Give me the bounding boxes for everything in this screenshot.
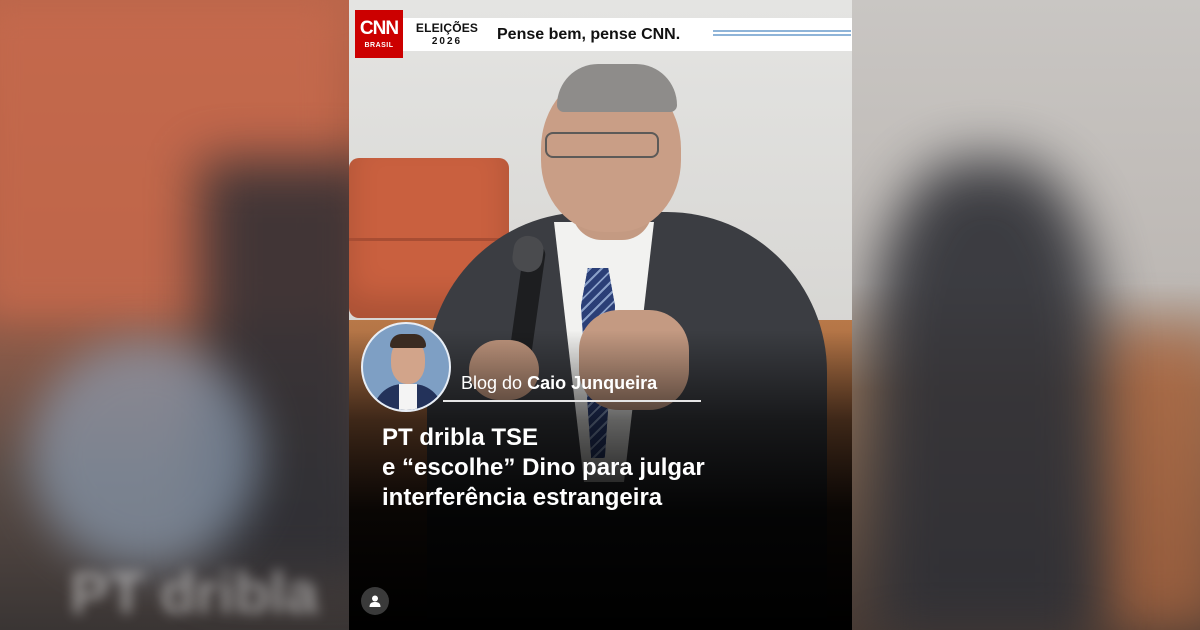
cnn-logo: CNN BRASIL <box>355 10 403 58</box>
blurred-background-left: PT dribla <box>0 0 349 630</box>
decorative-stripes <box>713 30 851 39</box>
blog-prefix: Blog do <box>461 373 523 393</box>
tagged-people-button[interactable] <box>361 587 389 615</box>
post-card[interactable]: CNN BRASIL ELEIÇÕES 2026 Pense bem, pens… <box>349 0 852 630</box>
brand-header: CNN BRASIL ELEIÇÕES 2026 Pense bem, pens… <box>349 10 852 58</box>
blog-author-name: Caio Junqueira <box>527 373 658 393</box>
blog-byline: Blog do Caio Junqueira <box>461 373 657 394</box>
brand-slogan: Pense bem, pense CNN. <box>497 26 681 43</box>
headline: PT dribla TSE e “escolhe” Dino para julg… <box>382 423 822 513</box>
elections-badge: ELEIÇÕES 2026 <box>415 21 479 47</box>
user-icon <box>369 595 381 607</box>
headline-line-2: e “escolhe” Dino para julgar <box>382 454 705 481</box>
blurred-ghost-text: PT dribla <box>70 561 319 626</box>
byline-divider <box>443 400 701 402</box>
headline-line-3: interferência estrangeira <box>382 484 663 511</box>
headline-line-1: PT dribla TSE <box>382 424 539 451</box>
blurred-background-right <box>852 0 1200 630</box>
author-avatar <box>361 322 451 412</box>
